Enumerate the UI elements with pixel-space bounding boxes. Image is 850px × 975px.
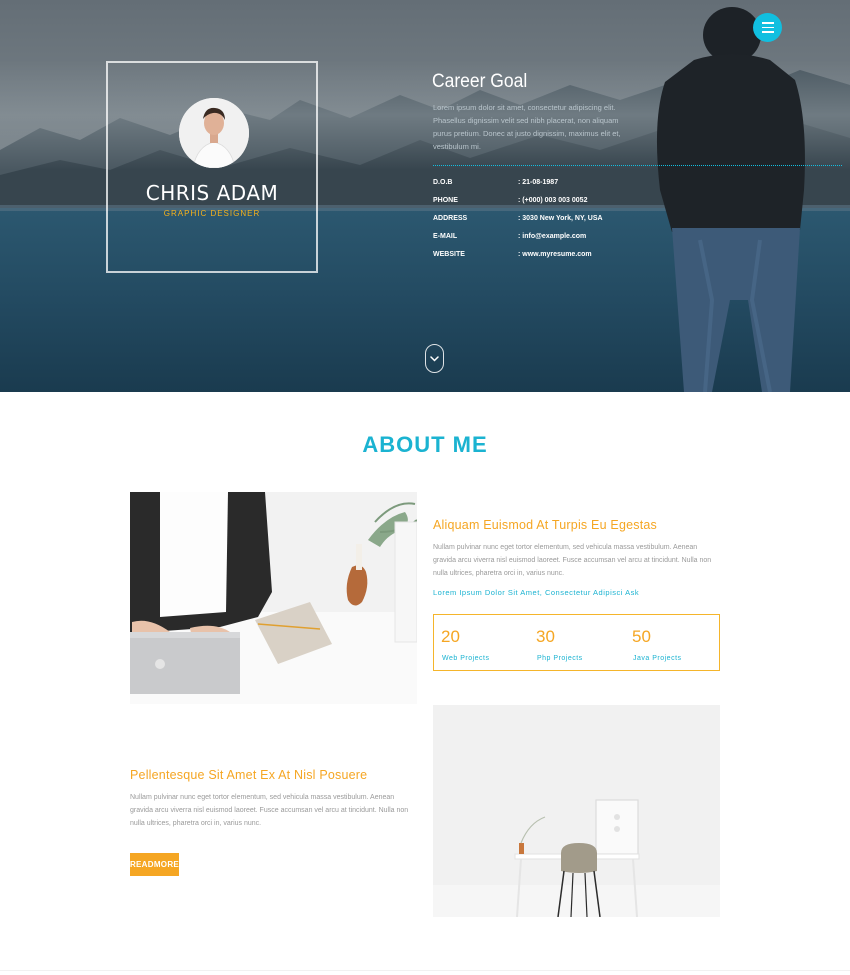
stat-label: Php Projects: [537, 655, 583, 662]
hero-section: CHRIS ADAM GRAPHIC DESIGNER Career Goal …: [0, 0, 850, 392]
block2-text: Nullam pulvinar nunc eget tortor element…: [130, 794, 409, 827]
info-value: : 3030 New York, NY, USA: [518, 215, 603, 222]
scroll-down-button[interactable]: [425, 344, 444, 373]
info-label: D.O.B: [433, 179, 453, 186]
profile-role: GRAPHIC DESIGNER: [163, 209, 261, 218]
stat-label: Java Projects: [633, 655, 682, 662]
info-value: : 21-08-1987: [518, 179, 559, 186]
block1-link[interactable]: Lorem Ipsum Dolor Sit Amet, Consectetur …: [433, 588, 639, 597]
stat-number: 20: [441, 627, 460, 646]
profile-card: CHRIS ADAM GRAPHIC DESIGNER: [106, 61, 318, 273]
stat-web-projects: 20 Web Projects: [434, 615, 524, 672]
avatar: [179, 98, 249, 168]
readmore-button[interactable]: READMORE: [130, 853, 179, 876]
career-goal-text: Lorem ipsum dolor sit amet, consectetur …: [433, 103, 621, 151]
stat-php-projects: 30 Php Projects: [529, 615, 619, 672]
desk-chair-photo: [433, 705, 720, 917]
chevron-down-icon: [430, 355, 439, 362]
info-value: : (+000) 003 003 0052: [518, 197, 588, 204]
info-label: ADDRESS: [433, 215, 468, 222]
hamburger-menu-icon[interactable]: [753, 13, 782, 42]
career-goal-title: Career Goal: [432, 71, 528, 92]
block2-heading: Pellentesque Sit Amet Ex At Nisl Posuere: [130, 768, 368, 782]
profile-name: CHRIS ADAM: [145, 181, 279, 205]
stat-java-projects: 50 Java Projects: [625, 615, 715, 672]
about-me-title: ABOUT ME: [362, 432, 488, 457]
section-divider: [0, 970, 850, 971]
stat-label: Web Projects: [442, 655, 490, 662]
divider: [433, 165, 842, 166]
info-value[interactable]: : info@example.com: [518, 233, 678, 240]
workspace-photo: [130, 492, 417, 704]
block1-text: Nullam pulvinar nunc eget tortor element…: [433, 544, 712, 577]
stats-box: 20 Web Projects 30 Php Projects 50 Java …: [433, 614, 720, 671]
stat-number: 50: [632, 627, 651, 646]
info-label: E-MAIL: [433, 233, 458, 240]
stat-number: 30: [536, 627, 555, 646]
block1-heading: Aliquam Euismod At Turpis Eu Egestas: [433, 518, 657, 532]
info-label: WEBSITE: [433, 251, 465, 258]
info-value[interactable]: : www.myresume.com: [518, 251, 678, 258]
info-label: PHONE: [433, 197, 458, 204]
